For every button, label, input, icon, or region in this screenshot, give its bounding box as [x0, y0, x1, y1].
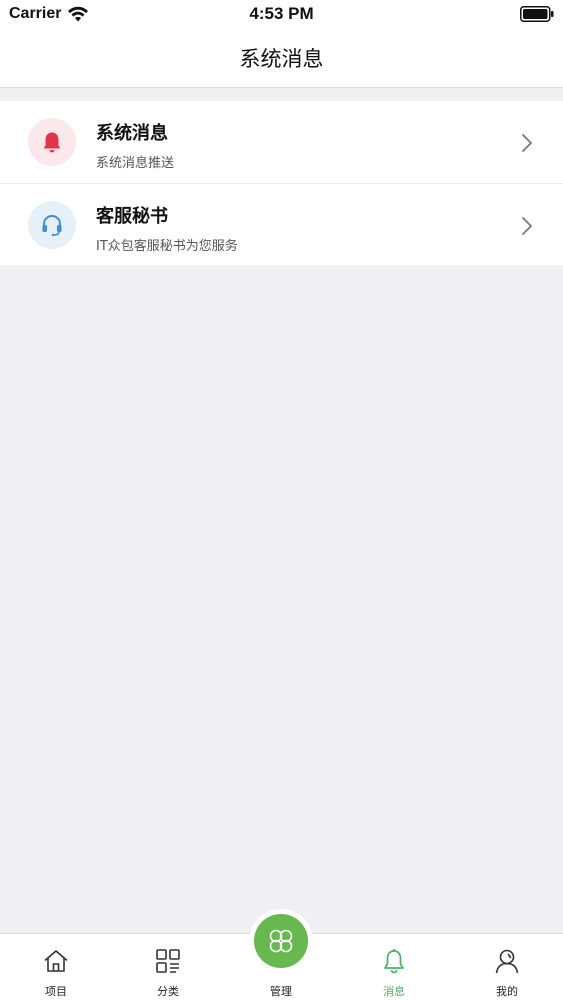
category-grid-icon — [156, 949, 180, 973]
chevron-right-icon — [522, 217, 532, 235]
bell-outline-icon — [384, 949, 404, 974]
navigation-bar: 系统消息 — [0, 30, 563, 88]
tab-label: 我的 — [496, 985, 518, 998]
page-title: 系统消息 — [239, 47, 324, 71]
battery-icon — [520, 6, 554, 22]
clover-icon — [269, 929, 293, 953]
tab-categories[interactable]: 分类 — [112, 934, 224, 1000]
item-subtitle: IT众包客服秘书为您服务 — [96, 239, 238, 254]
chevron-right-icon — [522, 134, 532, 152]
home-icon — [44, 950, 68, 972]
tab-projects[interactable]: 项目 — [0, 934, 112, 1000]
user-icon — [495, 949, 519, 974]
bell-icon — [43, 132, 61, 153]
tab-messages[interactable]: 消息 — [338, 934, 450, 1000]
tab-label: 分类 — [157, 985, 179, 998]
tab-label: 消息 — [383, 985, 405, 998]
status-time: 4:53 PM — [249, 4, 314, 23]
message-list: 系统消息 系统消息推送 客服秘书 IT众包客服秘书为您服务 — [0, 101, 563, 265]
item-title: 系统消息 — [96, 123, 168, 144]
list-item-system-messages[interactable]: 系统消息 系统消息推送 — [0, 101, 563, 183]
headset-icon — [42, 215, 62, 237]
tab-profile[interactable]: 我的 — [451, 934, 563, 1000]
tab-label: 项目 — [45, 985, 67, 998]
item-title: 客服秘书 — [96, 206, 168, 227]
item-subtitle: 系统消息推送 — [96, 156, 175, 171]
status-bar: Carrier 4:53 PM — [0, 0, 563, 30]
system-message-avatar — [28, 118, 76, 166]
customer-service-avatar — [28, 201, 76, 249]
tab-label: 管理 — [270, 985, 292, 998]
manage-center-button[interactable] — [254, 914, 308, 968]
list-item-customer-service[interactable]: 客服秘书 IT众包客服秘书为您服务 — [0, 183, 563, 265]
